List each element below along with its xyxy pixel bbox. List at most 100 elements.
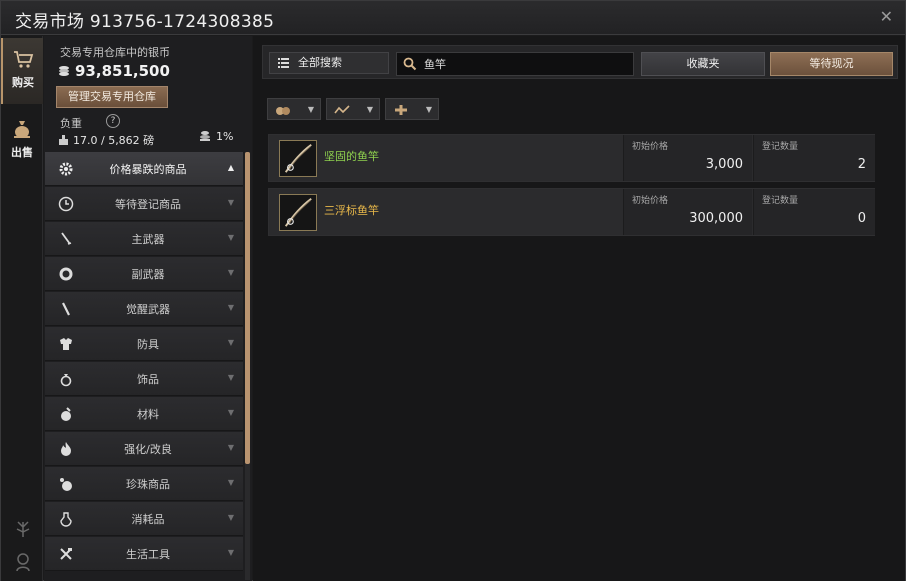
item-thumbnail[interactable] (279, 194, 317, 231)
quantity-header: 登记数量 (762, 142, 799, 152)
tools-icon (60, 548, 72, 560)
tab-buy[interactable]: 购买 (1, 38, 43, 104)
tab-sell[interactable]: 出售 (1, 108, 43, 174)
list-icon (278, 58, 289, 68)
money-bag-icon (14, 121, 30, 138)
category-item[interactable]: 主武器 ▼ (45, 222, 243, 256)
tab-sell-label: 出售 (11, 146, 33, 159)
waiting-status-button[interactable]: 等待现况 (770, 52, 893, 76)
plus-icon (395, 105, 407, 115)
chevron-down-icon[interactable]: ▼ (228, 373, 234, 382)
chevron-down-icon[interactable]: ▼ (228, 233, 234, 242)
category-item[interactable]: 强化/改良 ▼ (45, 432, 243, 466)
chevron-down-icon[interactable]: ▼ (228, 268, 234, 277)
quantity-cell: 登记数量 2 (753, 135, 875, 181)
all-search-label: 全部搜索 (298, 56, 342, 69)
category-item[interactable]: 材料 ▼ (45, 397, 243, 431)
manage-warehouse-button[interactable]: 管理交易专用仓库 (56, 86, 168, 108)
chevron-down-icon[interactable]: ▼ (228, 548, 234, 557)
tree-icon[interactable] (13, 518, 33, 538)
category-label: 饰品 (137, 373, 159, 386)
weight-label: 负重 (60, 117, 82, 130)
window-title: 交易市场 913756-1724308385 (15, 12, 275, 32)
shield-icon (59, 267, 73, 281)
filter-bag-dropdown[interactable]: ▼ (267, 98, 321, 120)
silver-coin-icon (59, 66, 69, 76)
flame-icon (61, 442, 71, 456)
quantity-value: 0 (857, 211, 866, 226)
chevron-down-icon: ▼ (307, 105, 314, 114)
category-label: 价格暴跌的商品 (109, 163, 187, 176)
category-item[interactable]: 副武器 ▼ (45, 257, 243, 291)
category-label: 生活工具 (126, 548, 170, 561)
gear-icon (59, 162, 73, 176)
pouch-icon (276, 107, 290, 115)
category-item[interactable]: 生活工具 ▼ (45, 537, 243, 571)
chevron-down-icon[interactable]: ▼ (228, 478, 234, 487)
category-scrollbar[interactable] (245, 152, 250, 580)
price-cell: 初始价格 300,000 (623, 189, 752, 235)
tab-buy-label: 购买 (12, 76, 34, 89)
weight-value: 17.0 / 5,862 磅 (58, 132, 154, 148)
category-label: 觉醒武器 (126, 303, 170, 316)
category-label: 主武器 (131, 233, 165, 246)
item-name[interactable]: 坚固的鱼竿 (324, 148, 379, 164)
weight-icon (59, 135, 68, 145)
search-icon (403, 57, 417, 71)
potion-icon (60, 512, 72, 527)
chevron-down-icon[interactable]: ▼ (228, 338, 234, 347)
item-name[interactable]: 三浮标鱼竿 (324, 202, 379, 218)
tax-text: 1% (216, 130, 234, 143)
category-item[interactable]: 等待登记商品 ▼ (45, 187, 243, 221)
chevron-down-icon[interactable]: ▼ (228, 198, 234, 207)
category-label: 珍珠商品 (126, 478, 170, 491)
category-label: 副武器 (131, 268, 165, 281)
scrollbar-thumb[interactable] (245, 152, 250, 464)
cart-icon (14, 51, 34, 68)
category-item[interactable]: 珍珠商品 ▼ (45, 467, 243, 501)
category-label: 防具 (137, 338, 159, 351)
npc-icon[interactable] (13, 552, 33, 572)
result-row[interactable]: 三浮标鱼竿 初始价格 300,000 登记数量 0 (268, 188, 875, 236)
pearl-icon (60, 478, 72, 491)
fishing-rod-icon (284, 144, 312, 173)
title-bar: 交易市场 913756-1724308385 ✕ (1, 1, 905, 35)
wallet-label: 交易专用仓库中的银币 (60, 46, 170, 59)
filter-enhance-dropdown[interactable]: ▼ (385, 98, 439, 120)
armor-icon (60, 338, 72, 350)
chevron-down-icon[interactable]: ▼ (228, 443, 234, 452)
category-label: 强化/改良 (124, 443, 172, 456)
help-icon[interactable]: ? (106, 114, 120, 128)
left-panel: 交易专用仓库中的银币 93,851,500 管理交易专用仓库 负重 ? 17.0… (44, 36, 252, 581)
category-item[interactable]: 消耗品 ▼ (45, 502, 243, 536)
category-item[interactable]: 觉醒武器 ▼ (45, 292, 243, 326)
category-item[interactable]: 防具 ▼ (45, 327, 243, 361)
all-search-button[interactable]: 全部搜索 (269, 52, 389, 74)
close-icon[interactable]: ✕ (880, 7, 893, 26)
favorites-button[interactable]: 收藏夹 (641, 52, 765, 76)
side-nav: 购买 出售 (1, 36, 43, 581)
result-row[interactable]: 坚固的鱼竿 初始价格 3,000 登记数量 2 (268, 134, 875, 182)
price-header: 初始价格 (632, 196, 669, 206)
sword-icon (61, 232, 72, 245)
chevron-down-icon[interactable]: ▼ (228, 303, 234, 312)
search-input[interactable] (424, 55, 629, 73)
category-item[interactable]: 饰品 ▼ (45, 362, 243, 396)
tax-icon (200, 131, 210, 141)
category-item[interactable]: 价格暴跌的商品 ▲ (45, 152, 243, 186)
price-value: 3,000 (705, 157, 743, 172)
filter-price-dropdown[interactable]: ▼ (326, 98, 380, 120)
fishing-rod-icon (284, 198, 312, 227)
item-thumbnail[interactable] (279, 140, 317, 177)
price-value: 300,000 (689, 211, 743, 226)
search-bar: 全部搜索 收藏夹 等待现况 (262, 45, 898, 79)
search-field[interactable] (396, 52, 634, 76)
weight-text: 17.0 / 5,862 磅 (73, 134, 155, 147)
chevron-up-icon[interactable]: ▲ (228, 163, 234, 172)
price-cell: 初始价格 3,000 (623, 135, 752, 181)
quantity-header: 登记数量 (762, 196, 799, 206)
quantity-cell: 登记数量 0 (753, 189, 875, 235)
price-header: 初始价格 (632, 142, 669, 152)
chevron-down-icon[interactable]: ▼ (228, 513, 234, 522)
chevron-down-icon[interactable]: ▼ (228, 408, 234, 417)
